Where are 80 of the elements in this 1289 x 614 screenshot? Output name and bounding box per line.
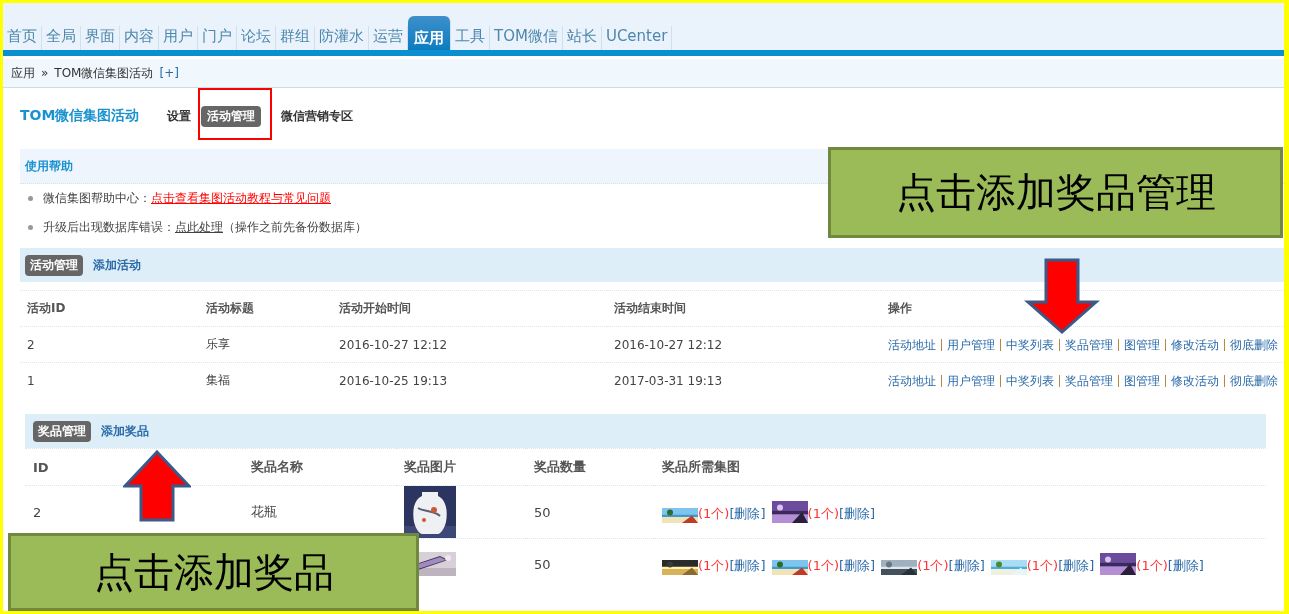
- piece-count: (1个): [698, 505, 730, 523]
- action-link[interactable]: 图管理: [1118, 338, 1165, 351]
- nav-tab[interactable]: 论坛: [237, 26, 276, 50]
- nav-tab[interactable]: 防灌水: [315, 26, 369, 50]
- action-link[interactable]: 奖品管理: [1059, 338, 1118, 351]
- column-header: 奖品所需集图: [654, 448, 1266, 486]
- table-cell: 2016-10-27 12:12: [332, 326, 607, 363]
- action-link[interactable]: 中奖列表: [1000, 338, 1059, 351]
- action-link[interactable]: 用户管理: [941, 374, 1000, 387]
- nav-tab[interactable]: 站长: [562, 26, 602, 50]
- table-cell: 2: [20, 326, 199, 363]
- breadcrumb-current: TOM微信集图活动: [54, 64, 154, 82]
- callout-box: 点击添加奖品管理: [828, 147, 1283, 238]
- section-tab[interactable]: 奖品管理: [33, 420, 91, 442]
- table-cell: 2016-10-27 12:12: [607, 326, 881, 363]
- piece-count: (1个): [1136, 557, 1168, 575]
- help-label: 升级后出现数据库错误：: [43, 219, 175, 236]
- column-header: 奖品数量: [526, 448, 654, 486]
- column-header: 活动标题: [199, 290, 332, 327]
- action-link[interactable]: 活动地址: [888, 374, 941, 387]
- nav-tab[interactable]: TOM微信: [490, 26, 563, 50]
- breadcrumb-separator: »: [41, 66, 49, 80]
- help-note: （操作之前先备份数据库）: [223, 219, 367, 236]
- delete-link[interactable]: [删除]: [729, 505, 766, 523]
- add-link[interactable]: [+]: [159, 66, 179, 80]
- help-heading: 使用帮助: [25, 157, 73, 175]
- plugin-tab[interactable]: 活动管理: [201, 105, 262, 127]
- nav-tab[interactable]: 首页: [3, 26, 42, 50]
- table-cell: 50: [526, 485, 654, 539]
- help-link[interactable]: 点击查看集图活动教程与常见问题: [151, 190, 331, 207]
- column-header: 奖品图片: [396, 448, 526, 486]
- piece-count: (1个): [807, 557, 839, 575]
- table-cell: 乐享: [199, 326, 332, 363]
- action-link[interactable]: 中奖列表: [1000, 374, 1059, 387]
- nav-tab[interactable]: 全局: [42, 26, 81, 50]
- add-link[interactable]: 添加奖品: [101, 422, 149, 440]
- piece-count: (1个): [1026, 557, 1059, 575]
- column-header: 活动结束时间: [607, 290, 881, 327]
- table-cell: 集福: [199, 362, 332, 398]
- nav-tab[interactable]: 界面: [81, 26, 120, 50]
- help-label: 微信集图帮助中心：: [43, 190, 151, 207]
- nav-tab[interactable]: 内容: [120, 26, 159, 50]
- delete-link[interactable]: [删除]: [1167, 557, 1204, 575]
- plugin-tab[interactable]: 设置: [165, 105, 194, 127]
- nav-tab[interactable]: 用户: [159, 26, 198, 50]
- delete-link[interactable]: [删除]: [839, 557, 876, 575]
- callout-box: 点击添加奖品: [8, 533, 419, 611]
- column-header: 活动开始时间: [332, 290, 607, 327]
- nav-tab[interactable]: 工具: [451, 26, 490, 50]
- table-cell: 2016-10-25 19:13: [332, 362, 607, 398]
- piece-count: (1个): [807, 505, 839, 523]
- plugin-title: TOM微信集图活动: [20, 107, 140, 125]
- column-header: 活动ID: [20, 290, 199, 327]
- plugin-tab[interactable]: 微信营销专区: [279, 105, 356, 127]
- delete-link[interactable]: [删除]: [729, 557, 766, 575]
- delete-link[interactable]: [删除]: [839, 505, 876, 523]
- action-link[interactable]: 彻底删除: [1224, 338, 1283, 351]
- help-link[interactable]: 点此处理: [175, 219, 223, 236]
- delete-link[interactable]: [删除]: [948, 557, 985, 575]
- nav-tab[interactable]: 应用: [408, 16, 451, 50]
- action-link[interactable]: 彻底删除: [1224, 374, 1283, 387]
- action-link[interactable]: 图管理: [1118, 374, 1165, 387]
- column-header: 奖品名称: [243, 448, 396, 486]
- action-link[interactable]: 活动地址: [888, 338, 941, 351]
- nav-tab[interactable]: 门户: [198, 26, 237, 50]
- delete-link[interactable]: [删除]: [1058, 557, 1095, 575]
- action-link[interactable]: 奖品管理: [1059, 374, 1118, 387]
- nav-tab[interactable]: UCenter: [601, 26, 673, 50]
- action-link[interactable]: 修改活动: [1165, 338, 1224, 351]
- piece-count: (1个): [917, 557, 949, 575]
- section-tab[interactable]: 活动管理: [25, 254, 83, 276]
- action-link[interactable]: 修改活动: [1165, 374, 1224, 387]
- breadcrumb-link[interactable]: 应用: [11, 64, 35, 82]
- nav-tab[interactable]: 群组: [276, 26, 315, 50]
- add-link[interactable]: 添加活动: [93, 256, 141, 274]
- table-cell: 2017-03-31 19:13: [607, 362, 881, 398]
- table-cell: 1: [20, 362, 199, 398]
- piece-count: (1个): [698, 557, 730, 575]
- table-cell: 50: [526, 538, 654, 589]
- action-link[interactable]: 用户管理: [941, 338, 1000, 351]
